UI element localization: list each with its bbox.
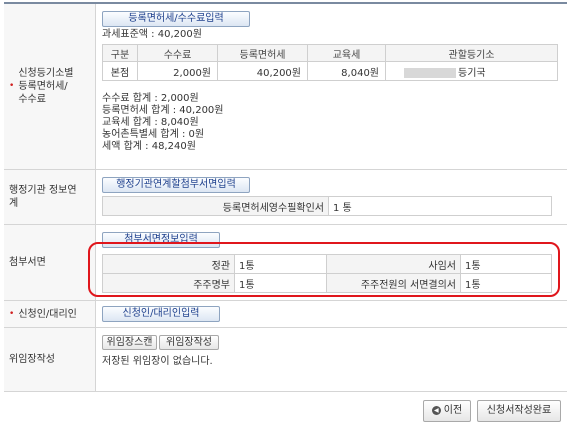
fee-header-registry: 관할등기소	[385, 44, 558, 62]
agency-row: 행정기관 정보연 계 행정기관연계할첨부서면입력 등록면허세영수필확인서 1 통	[4, 170, 567, 225]
fee-row: • 신청등기소별 등록면허세/ 수수료 등록면허세/수수료입력 과세표준액 : …	[4, 4, 567, 170]
redacted-registry-name	[404, 67, 456, 78]
total-tax: 세액 합계 : 48,240원	[102, 141, 196, 152]
delegation-content: 위임장스캔 위임장작성 저장된 위임장이 없습니다.	[96, 328, 567, 391]
table-row: 등록면허세영수필확인서 1 통	[102, 196, 552, 216]
agency-label-line1: 행정기관 정보연	[9, 185, 77, 196]
fee-cell-type: 본점	[102, 61, 138, 81]
applicant-label: 신청인/대리인	[18, 308, 77, 320]
fee-input-button[interactable]: 등록면허세/수수료입력	[102, 11, 250, 27]
attachment-key-2: 사임서	[326, 254, 461, 274]
agency-content: 행정기관연계할첨부서면입력 등록면허세영수필확인서 1 통	[96, 170, 567, 224]
delegation-status: 저장된 위임장이 없습니다.	[102, 356, 213, 367]
agency-value: 1 통	[328, 196, 552, 216]
delegation-scan-button[interactable]: 위임장스캔	[102, 335, 157, 350]
tax-base-text: 과세표준액 : 40,200원	[102, 29, 202, 40]
agency-key: 등록면허세영수필확인서	[102, 196, 329, 216]
application-form-table: • 신청등기소별 등록면허세/ 수수료 등록면허세/수수료입력 과세표준액 : …	[4, 2, 567, 392]
fee-label-line2: 등록면허세/	[18, 81, 68, 92]
totals-list: 수수료 합계 : 2,000원 등록면허세 합계 : 40,200원 교육세 합…	[102, 93, 561, 153]
fee-row-label: • 신청등기소별 등록면허세/ 수수료	[4, 4, 96, 169]
attachment-row: 첨부서면 첨부서면정보입력 정관 1통 사임서 1통 주주명부 1통 주주전원의…	[4, 225, 567, 301]
agency-row-label: 행정기관 정보연 계	[4, 170, 96, 224]
agency-input-button[interactable]: 행정기관연계할첨부서면입력	[102, 177, 250, 193]
table-row: 정관 1통 사임서 1통	[102, 254, 552, 274]
delegation-write-button[interactable]: 위임장작성	[159, 335, 219, 350]
attachment-row-label: 첨부서면	[4, 225, 96, 300]
total-reg-tax: 등록면허세 합계 : 40,200원	[102, 105, 224, 116]
table-row: 주주명부 1통 주주전원의 서면결의서 1통	[102, 273, 552, 293]
fee-label-line1: 신청등기소별	[18, 68, 74, 79]
delegation-label: 위임장작성	[9, 354, 55, 365]
agency-table: 등록면허세영수필확인서 1 통	[102, 196, 552, 216]
fee-header-fee: 수수료	[137, 44, 218, 62]
applicant-input-button[interactable]: 신청인/대리인입력	[102, 306, 220, 322]
applicant-row: • 신청인/대리인 신청인/대리인입력	[4, 301, 567, 328]
fee-label-line3: 수수료	[18, 94, 46, 105]
fee-header-edu-tax: 교육세	[307, 44, 386, 62]
fee-cell-reg-tax: 40,200원	[217, 61, 308, 81]
total-rural-tax: 농어촌특별세 합계 : 0원	[102, 129, 205, 140]
attachment-table: 정관 1통 사임서 1통 주주명부 1통 주주전원의 서면결의서 1통	[102, 254, 552, 293]
fee-header-type: 구분	[102, 44, 138, 62]
applicant-row-label: • 신청인/대리인	[4, 301, 96, 327]
delegation-row: 위임장작성 위임장스캔 위임장작성 저장된 위임장이 없습니다.	[4, 328, 567, 392]
fee-content: 등록면허세/수수료입력 과세표준액 : 40,200원 구분 수수료 등록면허세…	[96, 4, 567, 169]
table-row: 본점 2,000원 40,200원 8,040원 등기국	[102, 61, 558, 81]
applicant-content: 신청인/대리인입력	[96, 301, 567, 327]
attachment-content: 첨부서면정보입력 정관 1통 사임서 1통 주주명부 1통 주주전원의 서면결의…	[96, 225, 567, 300]
attachment-label: 첨부서면	[9, 257, 46, 268]
attachment-input-button[interactable]: 첨부서면정보입력	[102, 232, 220, 248]
fee-header-reg-tax: 등록면허세	[217, 44, 308, 62]
attachment-value-4: 1통	[460, 273, 552, 293]
fee-table-header: 구분 수수료 등록면허세 교육세 관할등기소	[102, 44, 558, 62]
required-mark: •	[9, 81, 15, 91]
fee-cell-edu-tax: 8,040원	[307, 61, 386, 81]
prev-button[interactable]: ◀ 이전	[423, 400, 471, 422]
attachment-key-4: 주주전원의 서면결의서	[326, 273, 461, 293]
footer-buttons: ◀ 이전 신청서작성완료	[423, 400, 561, 422]
required-mark: •	[9, 308, 15, 319]
attachment-value-3: 1통	[234, 273, 327, 293]
attachment-key-3: 주주명부	[102, 273, 235, 293]
agency-label-line2: 계	[9, 198, 19, 209]
chevron-left-icon: ◀	[431, 405, 441, 415]
total-edu-tax: 교육세 합계 : 8,040원	[102, 117, 199, 128]
attachment-key-1: 정관	[102, 254, 235, 274]
fee-cell-registry: 등기국	[385, 61, 558, 81]
attachment-value-1: 1통	[234, 254, 327, 274]
fee-table: 구분 수수료 등록면허세 교육세 관할등기소 본점 2,000원 40,200원…	[102, 44, 558, 81]
fee-cell-fee: 2,000원	[137, 61, 218, 81]
prev-button-label: 이전	[443, 405, 463, 416]
total-fee: 수수료 합계 : 2,000원	[102, 93, 199, 104]
complete-application-button[interactable]: 신청서작성완료	[477, 400, 561, 422]
attachment-value-2: 1통	[460, 254, 552, 274]
delegation-row-label: 위임장작성	[4, 328, 96, 391]
registry-suffix: 등기국	[458, 67, 486, 79]
